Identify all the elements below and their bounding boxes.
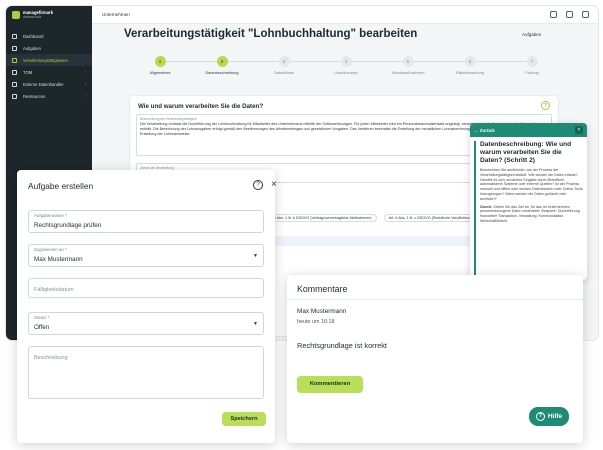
step-label: Allgemeines xyxy=(149,71,171,75)
field-value: Rechtsgrundlage prüfen xyxy=(34,222,102,229)
question-title: Wie und warum verarbeiten Sie die Daten? xyxy=(138,103,264,110)
step-label: Datenflüsse xyxy=(273,71,295,75)
create-task-dialog: Aufgabe erstellen ? × Aufgabenname * Rec… xyxy=(17,170,277,443)
assignee-select[interactable]: Zugewiesen an * Max Mustermann ▼ xyxy=(28,244,264,267)
field-value: Offen xyxy=(34,324,50,331)
due-date-field[interactable]: Fälligkeitsdatum xyxy=(28,278,264,298)
step-4[interactable]: 4 Löschkonzept xyxy=(316,56,376,75)
sidebar-item-label: Externe Datenhandler xyxy=(23,81,64,87)
wizard-hint-text: Geben Sie das Ziel an, für das Ihr Unter… xyxy=(480,204,580,223)
wizard-close-icon[interactable]: × xyxy=(575,126,583,134)
step-2[interactable]: 2 Datenbeschreibung xyxy=(192,56,252,75)
sidebar-nav: Dashboard Aufgaben Verarbeitungstätigkei… xyxy=(6,30,92,102)
step-label: Risikobewertung xyxy=(455,71,485,75)
task-name-field[interactable]: Aufgabenname * Rechtsgrundlage prüfen xyxy=(28,210,264,233)
step-label: Schutzmaßnahmen xyxy=(391,71,425,75)
company-selector[interactable]: Unternehmen xyxy=(102,12,130,17)
topbar: Unternehmen xyxy=(92,6,598,24)
chevron-right-icon: › xyxy=(84,81,86,86)
step-5[interactable]: 5 Schutzmaßnahmen xyxy=(378,56,438,75)
sidebar-item-dashboard[interactable]: Dashboard xyxy=(6,30,92,42)
legal-basis-chip[interactable]: Art. 6 Abs. 1 lit. b DSGVO (Vertrag/vorv… xyxy=(262,214,377,222)
step-label: Löschkonzept xyxy=(334,71,358,75)
sidebar-item-label: Verarbeitungstätigkeiten xyxy=(23,57,68,63)
field-label: Aufgabenname * xyxy=(34,213,67,218)
close-icon[interactable]: × xyxy=(271,179,277,190)
field-value: Max Mustermann xyxy=(34,256,83,263)
processing-icon xyxy=(12,57,17,63)
wizard-text: Beschreiben Sie ausführlich, wie der Pro… xyxy=(480,168,583,201)
user-icon[interactable] xyxy=(566,11,573,18)
sidebar-item-externe-datenhandler[interactable]: Externe Datenhandler › xyxy=(6,78,92,90)
sidebar-item-aufgaben[interactable]: Aufgaben xyxy=(6,42,92,54)
dashboard-icon xyxy=(12,33,17,39)
stepper: 1 Allgemeines 2 Datenbeschreibung 3 Datenfl… xyxy=(130,56,570,82)
comment-text: Rechtsgrundlage ist korrekt xyxy=(297,341,387,350)
comment-button[interactable]: Kommentieren xyxy=(297,376,363,393)
step-dot: 3 xyxy=(278,56,290,67)
step-dot: 5 xyxy=(402,56,414,67)
dialog-title: Aufgabe erstellen xyxy=(28,181,94,191)
step-dot: 4 xyxy=(340,56,352,67)
caret-down-icon: ▼ xyxy=(253,253,258,259)
wizard-hint: Zweck: Geben Sie das Ziel an, für das Ih… xyxy=(480,205,583,224)
step-6[interactable]: 6 Risikobewertung xyxy=(440,56,500,75)
step-dot: 7 xyxy=(526,56,538,67)
wizard-body: Datenbeschreibung: Wie und warum verarbe… xyxy=(474,141,583,280)
resources-icon xyxy=(12,93,17,99)
help-icon[interactable]: ? xyxy=(253,180,263,190)
wizard-hint-label: Zweck: xyxy=(480,204,493,209)
bell-icon[interactable] xyxy=(550,11,557,18)
sidebar-item-label: Dashboard xyxy=(23,33,44,39)
field-placeholder: Beschreibung xyxy=(34,355,68,361)
step-label: Datenbeschreibung xyxy=(205,71,239,75)
step-dot: 2 xyxy=(216,56,228,67)
legal-basis-chip[interactable]: Art. 6 Abs. 1 lit. c DSGVO (Rechtliche V… xyxy=(383,214,479,222)
legal-basis-chips: Art. 6 Abs. 1 lit. b DSGVO (Vertrag/vorv… xyxy=(262,214,485,222)
step-1[interactable]: 1 Allgemeines xyxy=(130,56,190,75)
sidebar-item-verarbeitungstaetigkeiten[interactable]: Verarbeitungstätigkeiten xyxy=(6,54,92,66)
sidebar-item-ressourcen[interactable]: Ressourcen › xyxy=(6,90,92,102)
tasks-icon xyxy=(12,45,17,51)
step-7[interactable]: 7 Prüfung xyxy=(502,56,562,75)
comments-title: Kommentare xyxy=(297,284,348,294)
save-button[interactable]: Speichern xyxy=(222,412,266,426)
sidebar-item-label: TOM xyxy=(23,69,33,75)
logo-mark-icon xyxy=(12,11,20,19)
chevron-right-icon: › xyxy=(84,93,86,98)
sidebar-item-label: Ressourcen xyxy=(23,93,46,99)
field-placeholder: Fälligkeitsdatum xyxy=(34,287,74,293)
sidebar-item-label: Aufgaben xyxy=(23,45,41,51)
wizard-back-button[interactable]: ← Zurück xyxy=(474,128,495,133)
sidebar-item-tom[interactable]: TOM › xyxy=(6,66,92,78)
help-label: Hilfe xyxy=(547,413,563,420)
field-label: Status * xyxy=(34,315,50,320)
shield-icon xyxy=(12,69,17,75)
logo: managefirmark datenschutz xyxy=(12,10,58,22)
tasks-link[interactable]: Aufgaben xyxy=(522,32,541,37)
help-button[interactable]: ? Hilfe xyxy=(529,407,569,426)
comment-author: Max Mustermann xyxy=(297,308,347,315)
description-field[interactable]: Beschreibung xyxy=(28,346,264,399)
logo-subtext: datenschutz xyxy=(23,15,42,19)
question-help-icon[interactable]: ? xyxy=(541,101,550,110)
step-label: Prüfung xyxy=(525,71,539,75)
divider xyxy=(287,299,583,300)
wizard-header: ← Zurück × xyxy=(470,123,587,137)
wizard-panel: ← Zurück × Datenbeschreibung: Wie und wa… xyxy=(470,123,587,280)
caret-down-icon: ▼ xyxy=(253,321,258,327)
status-select[interactable]: Status * Offen ▼ xyxy=(28,312,264,335)
step-dot: 1 xyxy=(154,56,166,67)
help-icon: ? xyxy=(535,412,545,421)
field-label: Zugewiesen an * xyxy=(34,247,67,252)
step-dot: 6 xyxy=(464,56,476,67)
description-label: Beschreibung der Verarbeitungstätigkeit xyxy=(140,117,197,121)
external-icon xyxy=(12,81,17,87)
comment-time: heute um 16:18 xyxy=(297,319,335,325)
chevron-right-icon: › xyxy=(84,69,86,74)
page-title: Verarbeitungstätigkeit "Lohnbuchhaltung"… xyxy=(124,28,418,40)
step-3[interactable]: 3 Datenflüsse xyxy=(254,56,314,75)
wizard-title: Datenbeschreibung: Wie und warum verarbe… xyxy=(480,141,572,164)
logout-icon[interactable] xyxy=(582,11,589,18)
